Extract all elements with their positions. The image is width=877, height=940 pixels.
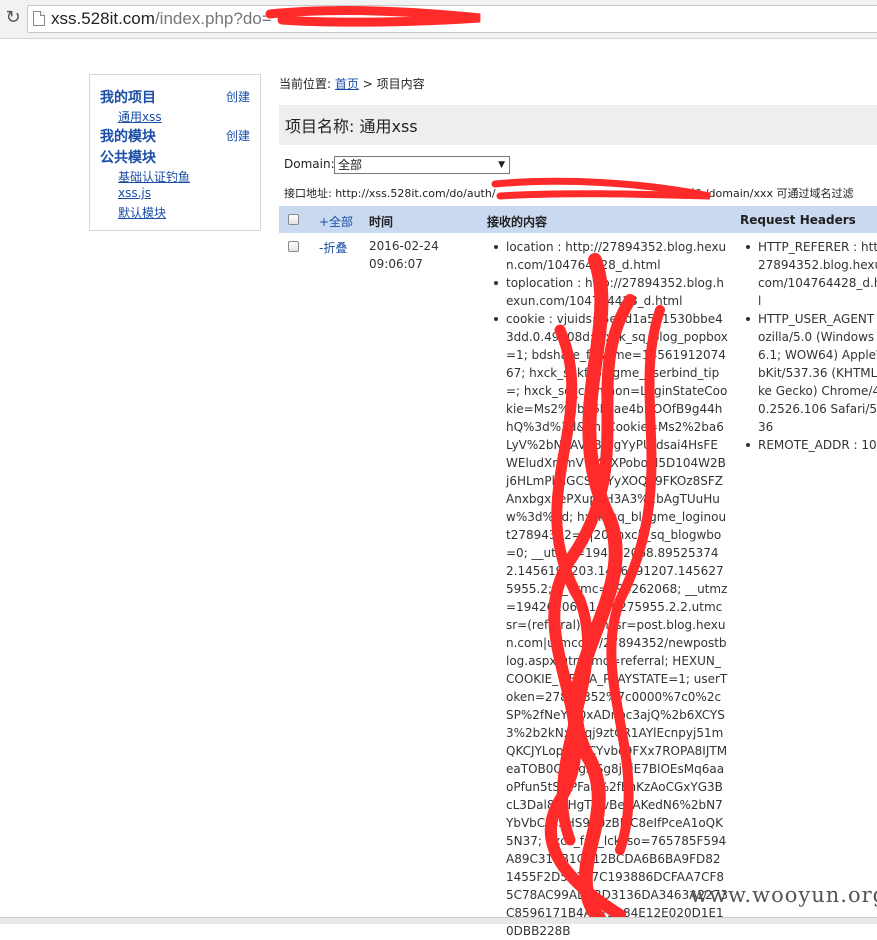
api-url-tail: ( 加 /domain/xxx 可通过域名过滤 [682, 187, 854, 200]
url-text: xss.528it.com/index.php?do= [51, 9, 272, 29]
breadcrumb-current: 项目内容 [376, 77, 425, 91]
content-location: location : http://27894352.blog.hexun.co… [488, 238, 728, 274]
address-bar[interactable]: xss.528it.com/index.php?do= [27, 5, 877, 33]
url-host: xss.528it.com [51, 9, 155, 28]
select-all-link[interactable]: +全部 [319, 213, 353, 230]
reload-icon[interactable]: ↻ [2, 6, 24, 30]
sidebar-item-default-module[interactable]: 默认模块 [118, 204, 166, 221]
breadcrumb-separator: > [358, 77, 377, 91]
api-url-label: 接口地址: http://xss.528it.com/do/auth/ [284, 187, 496, 200]
domain-select[interactable]: 全部 ▼ [334, 156, 510, 174]
breadcrumb-prefix: 当前位置: [279, 77, 332, 91]
sidebar-item-project-xss[interactable]: 通用xss [118, 108, 162, 125]
page-title: 项目名称: 通用xss [285, 117, 418, 136]
watermark: www.wooyun.org [690, 883, 877, 907]
header-remote-addr: REMOTE_ADDR : 101 [740, 436, 877, 454]
sidebar: 我的项目 创建 通用xss 我的模块 创建 公共模块 基础认证钓鱼 xss.js… [89, 74, 261, 231]
dropdown-arrow-icon: ▼ [498, 160, 505, 170]
column-header-content: 接收的内容 [487, 215, 548, 229]
breadcrumb-home-link[interactable]: 首页 [335, 77, 359, 91]
page-icon [33, 11, 45, 26]
project-title-panel: 项目名称: 通用xss [279, 105, 877, 145]
domain-filter: Domain: 全部 ▼ [284, 156, 510, 174]
create-module-link[interactable]: 创建 [226, 127, 250, 144]
row-checkbox[interactable] [288, 241, 299, 252]
fold-toggle[interactable]: -折叠 [319, 239, 347, 256]
row-date: 2016-02-24 [369, 239, 439, 253]
api-url: 接口地址: http://xss.528it.com/do/auth/ ( 加 … [284, 185, 853, 201]
request-headers-list: HTTP_REFERER : http://27894352.blog.hexu… [740, 238, 877, 454]
url-path: /index.php?do= [154, 9, 272, 28]
breadcrumb: 当前位置: 首页 > 项目内容 [279, 75, 425, 92]
sidebar-item-basic-auth-phishing[interactable]: 基础认证钓鱼 [118, 168, 190, 185]
header-referer: HTTP_REFERER : http://27894352.blog.hexu… [740, 238, 877, 310]
row-time: 09:06:07 [369, 257, 423, 271]
create-project-link[interactable]: 创建 [226, 88, 250, 105]
sidebar-heading-my-projects[interactable]: 我的项目 [100, 87, 156, 107]
sidebar-heading-public-modules[interactable]: 公共模块 [100, 147, 156, 167]
received-content-list: location : http://27894352.blog.hexun.co… [488, 238, 728, 940]
domain-label: Domain: [284, 157, 335, 171]
column-header-request-headers: Request Headers [740, 213, 856, 227]
header-user-agent: HTTP_USER_AGENT : Mozilla/5.0 (Windows N… [740, 310, 877, 436]
content-cookie: cookie : vjuids=5e5d1a5f.1530bbe43dd.0.4… [488, 310, 728, 940]
table-header: +全部 时间 接收的内容 Request Headers [279, 206, 877, 233]
sidebar-heading-my-modules[interactable]: 我的模块 [100, 126, 156, 146]
domain-selected-value: 全部 [338, 158, 363, 172]
column-header-time: 时间 [369, 215, 394, 229]
browser-toolbar: ↻ xss.528it.com/index.php?do= [0, 0, 877, 39]
sidebar-item-xss-js[interactable]: xss.js [118, 186, 151, 200]
select-all-checkbox[interactable] [288, 214, 299, 225]
content-toplocation: toplocation : http://27894352.blog.hexun… [488, 274, 728, 310]
